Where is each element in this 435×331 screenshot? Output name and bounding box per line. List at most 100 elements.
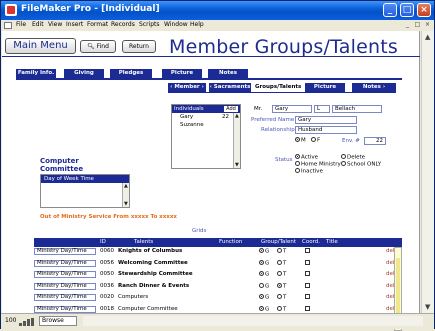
window-scrollbar[interactable]: ▲ ▼ — [421, 31, 434, 313]
mdi-minimize-button[interactable]: _ — [403, 21, 412, 29]
individual-name[interactable]: Gary — [180, 114, 193, 120]
status-active-radio[interactable]: Active — [295, 154, 318, 161]
tab-picture[interactable]: Picture — [162, 69, 202, 78]
tab-giving[interactable]: Giving — [64, 69, 104, 78]
menu-format[interactable]: Format — [87, 21, 108, 28]
status-delete-radio[interactable]: Delete — [341, 154, 365, 161]
tab-notes[interactable]: Notes — [208, 69, 248, 78]
mdi-restore-button[interactable]: □ — [413, 21, 422, 29]
scroll-up-icon[interactable]: ▲ — [235, 113, 239, 119]
coordinator-checkbox[interactable] — [305, 248, 310, 256]
envelope-number-field[interactable]: 22 — [364, 137, 386, 145]
group-radio[interactable]: G — [259, 282, 269, 291]
talent-radio[interactable]: T — [277, 294, 286, 302]
subtab-notes[interactable]: Notes › — [352, 83, 396, 92]
talent-name[interactable]: Computer Committee — [118, 306, 178, 313]
talent-name[interactable]: Stewardship Committee — [118, 271, 193, 278]
preferred-name-field[interactable]: Gary — [295, 116, 357, 124]
zoom-bars-icon[interactable] — [19, 318, 35, 326]
talent-radio[interactable]: T — [277, 271, 286, 279]
close-button[interactable]: × — [417, 3, 431, 17]
tab-family-info[interactable]: Family Info. — [16, 69, 56, 78]
gender-m-radio[interactable]: M — [295, 137, 306, 144]
return-button[interactable]: Return — [122, 40, 156, 53]
talent-radio[interactable]: T — [277, 259, 286, 268]
menu-records[interactable]: Records — [111, 21, 135, 28]
talent-name[interactable]: Welcoming Committee — [118, 260, 188, 267]
table-row: Ministry Day/Time 0050 Stewardship Committ… — [34, 271, 394, 278]
ministry-day-time-button[interactable]: Ministry Day/Time — [34, 282, 96, 290]
scroll-up-icon[interactable]: ▲ — [124, 183, 128, 189]
last-name-field[interactable]: Bellach — [332, 105, 382, 113]
coordinator-checkbox[interactable] — [305, 259, 310, 268]
gender-f-radio[interactable]: F — [311, 137, 320, 144]
talent-radio[interactable]: T — [277, 305, 286, 314]
menu-scripts[interactable]: Scripts — [139, 21, 160, 28]
group-radio[interactable]: G — [259, 305, 269, 314]
group-radio[interactable]: G — [259, 248, 269, 256]
individual-name[interactable]: Suzanne — [180, 122, 204, 128]
mdi-close-button[interactable]: × — [423, 21, 432, 29]
group-radio[interactable]: G — [259, 259, 269, 268]
mode-selector[interactable]: Browse — [39, 316, 77, 326]
minimize-button[interactable]: _ — [383, 3, 397, 17]
talent-name[interactable]: Knights of Columbus — [118, 248, 182, 255]
coordinator-checkbox[interactable] — [305, 294, 310, 302]
subtab-groups-talents[interactable]: Groups/Talents — [255, 83, 301, 92]
radio-icon — [277, 282, 282, 288]
menu-insert[interactable]: Insert — [66, 21, 83, 28]
menu-file[interactable]: File — [16, 21, 26, 28]
talent-name[interactable]: Ranch Dinner & Events — [118, 283, 189, 290]
scroll-down-icon[interactable]: ▼ — [235, 162, 239, 168]
subtab-member[interactable]: ‹ Member › — [168, 83, 206, 92]
grid-col-group-talent: Group/Talent — [261, 239, 296, 245]
coordinator-checkbox[interactable] — [305, 282, 310, 291]
status-home-ministry-radio[interactable]: Home Ministry — [295, 161, 341, 168]
ministry-day-time-button[interactable]: Ministry Day/Time — [34, 305, 96, 313]
group-radio-label: G — [265, 294, 270, 301]
middle-initial-field[interactable]: L — [314, 105, 330, 113]
group-radio[interactable]: G — [259, 294, 269, 302]
ministry-day-time-button[interactable]: Ministry Day/Time — [34, 248, 96, 255]
horizontal-scrollbar[interactable] — [83, 316, 423, 326]
grid-col-talents: Talents — [134, 239, 154, 245]
first-name-field[interactable]: Gary — [272, 105, 312, 113]
status-bar: 100 Browse — [1, 313, 434, 329]
scroll-down-icon[interactable]: ▼ — [425, 303, 430, 311]
menu-bar: File Edit View Insert Format Records Scr… — [1, 20, 434, 31]
scroll-up-icon[interactable]: ▲ — [425, 33, 430, 41]
scroll-down-icon[interactable]: ▼ — [124, 201, 128, 207]
talent-radio[interactable]: T — [277, 282, 286, 291]
group-radio[interactable]: G — [259, 271, 269, 279]
talent-name[interactable]: Computers — [118, 294, 148, 301]
find-button[interactable]: 🔍︎ Find — [80, 40, 116, 53]
menu-help[interactable]: Help — [190, 21, 204, 28]
individuals-scrollbar[interactable]: ▲ ▼ — [233, 113, 240, 168]
relationship-field[interactable]: Husband — [295, 126, 357, 134]
talent-radio-label: T — [283, 271, 287, 278]
checkbox-icon — [305, 248, 310, 253]
day-of-week-scrollbar[interactable]: ▲ ▼ — [122, 183, 129, 207]
document-icon[interactable] — [4, 22, 12, 29]
zoom-level[interactable]: 100 — [5, 317, 16, 324]
subtab-sacraments[interactable]: ‹ Sacraments — [209, 83, 251, 92]
talent-radio[interactable]: T — [277, 248, 286, 256]
status-inactive-radio[interactable]: Inactive — [295, 168, 323, 175]
ministry-day-time-button[interactable]: Ministry Day/Time — [34, 271, 96, 278]
coordinator-checkbox[interactable] — [305, 271, 310, 279]
menu-window[interactable]: Window — [164, 21, 188, 28]
subtab-notes-next-icon: › — [380, 84, 386, 90]
ministry-day-time-button[interactable]: Ministry Day/Time — [34, 294, 96, 301]
subtab-picture[interactable]: Picture — [305, 83, 345, 92]
tab-pledges[interactable]: Pledges — [110, 69, 152, 78]
menu-edit[interactable]: Edit — [32, 21, 44, 28]
find-label: Find — [96, 43, 109, 50]
main-menu-button[interactable]: Main Menu — [5, 38, 76, 54]
ministry-day-time-button[interactable]: Ministry Day/Time — [34, 259, 96, 267]
radio-icon — [277, 248, 282, 253]
add-individual-button[interactable]: Add — [224, 106, 238, 112]
grid-scroll-thumb[interactable] — [396, 258, 400, 318]
maximize-button[interactable]: □ — [400, 3, 414, 17]
menu-view[interactable]: View — [48, 21, 62, 28]
status-school-only-radio[interactable]: School ONLY — [341, 161, 381, 168]
